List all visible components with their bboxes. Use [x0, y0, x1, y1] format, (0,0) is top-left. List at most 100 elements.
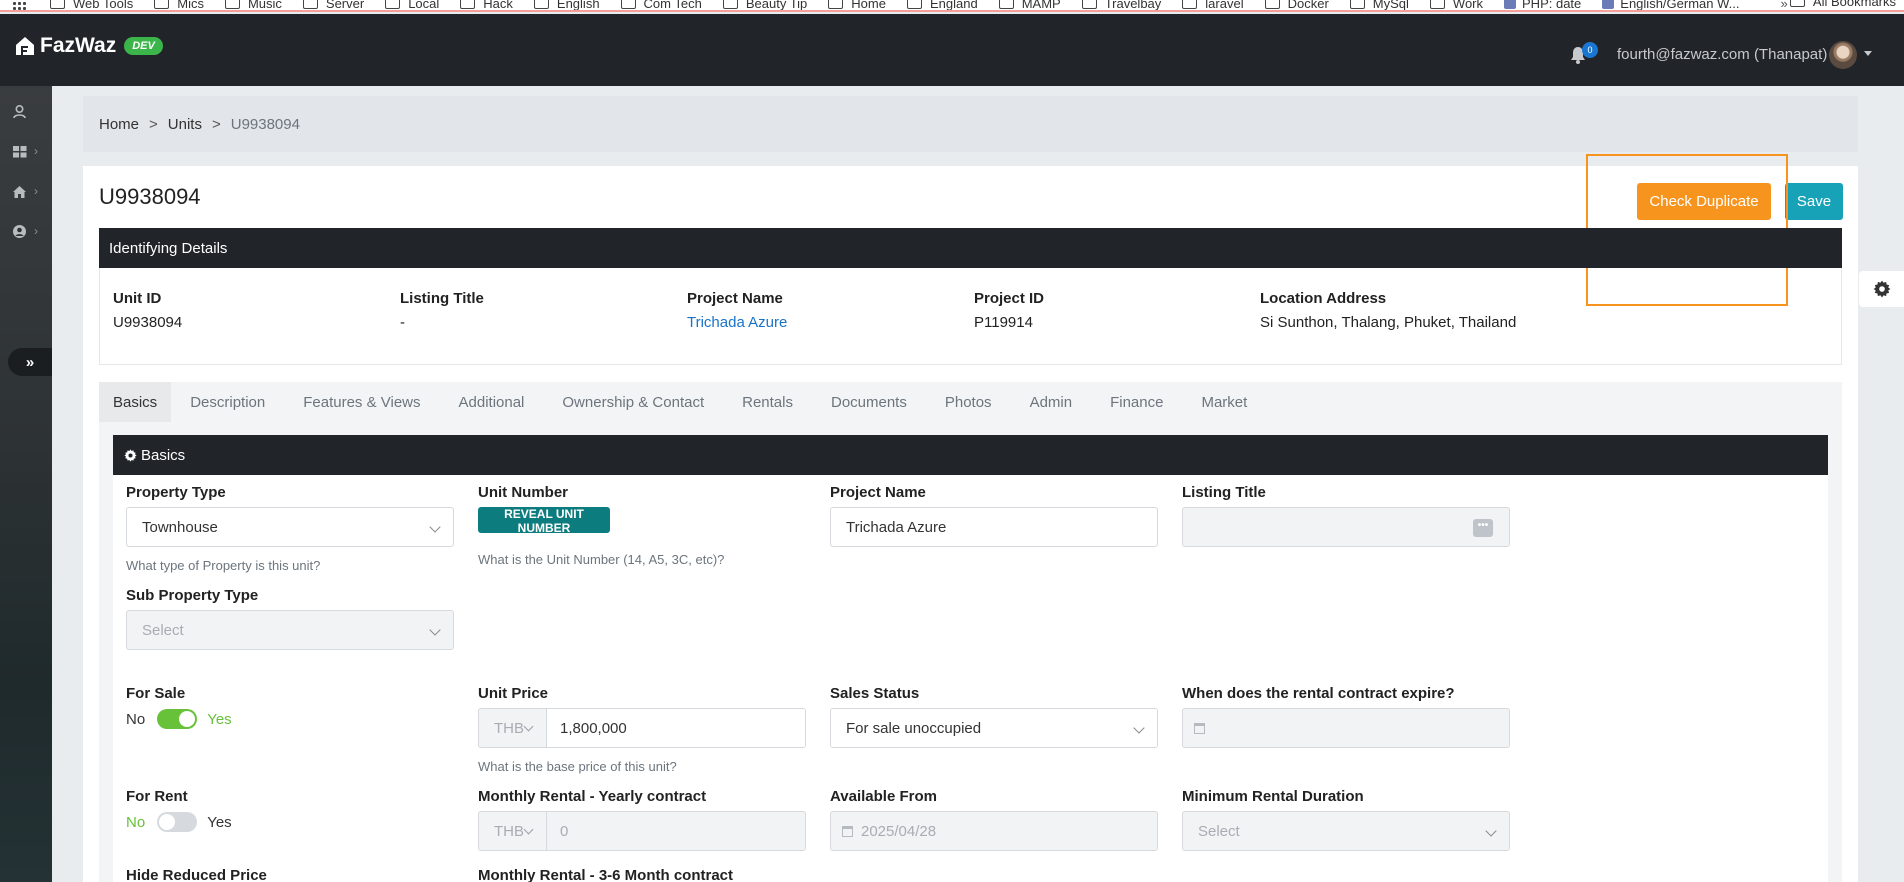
min-rental-duration-select[interactable]: Select — [1182, 811, 1510, 851]
bookmark-item[interactable]: Com Tech — [620, 0, 702, 10]
tab-additional[interactable]: Additional — [440, 382, 544, 422]
caret-down-icon[interactable] — [1864, 51, 1872, 56]
property-type-select[interactable]: Townhouse — [126, 507, 454, 547]
for-sale-label-text: For Sale — [126, 685, 186, 702]
chevron-down-icon — [429, 521, 441, 533]
for-sale-switch[interactable] — [157, 709, 198, 729]
reveal-unit-number-button[interactable]: REVEAL UNIT NUMBER — [478, 507, 610, 535]
bookmark-item[interactable]: MAMP — [998, 0, 1061, 10]
bookmark-item[interactable]: Home — [828, 0, 886, 10]
tab-finance[interactable]: Finance — [1091, 382, 1182, 422]
breadcrumb: Home > Units > U9938094 — [83, 96, 1858, 152]
sub-property-type-select[interactable]: Select — [126, 610, 454, 650]
bookmark-label: Local — [408, 0, 440, 11]
save-button[interactable]: Save — [1785, 183, 1843, 220]
avatar[interactable] — [1829, 41, 1857, 69]
gear-icon — [124, 448, 137, 462]
left-sidebar: › › › » — [0, 86, 52, 882]
tab-description[interactable]: Description — [171, 382, 284, 422]
logo-text: FazWaz — [40, 34, 117, 57]
project-name-link[interactable]: Trichada Azure — [687, 314, 787, 331]
unit-card: U9938094 Check Duplicate Save Identifyin… — [83, 154, 1858, 882]
project-id-block: Project ID P119914 — [974, 290, 1044, 331]
folder-icon — [1429, 0, 1445, 9]
sales-status-select[interactable]: For sale unoccupied — [830, 708, 1158, 748]
folder-icon — [722, 0, 738, 9]
bookmark-item[interactable]: laravel — [1182, 0, 1244, 10]
bookmark-item[interactable]: Web Tools — [50, 0, 133, 10]
bookmark-php-date[interactable]: PHP: date — [1504, 0, 1581, 10]
bookmark-item[interactable]: England — [906, 0, 978, 10]
sales-status-value: For sale unoccupied — [846, 719, 982, 737]
sidebar-item-profile[interactable] — [12, 102, 48, 120]
bookmark-item[interactable]: Mics — [154, 0, 204, 10]
bookmark-item[interactable]: MySql — [1349, 0, 1409, 10]
tabs-container: Basics Description Features & Views Additio… — [99, 382, 1842, 882]
identifying-details-header: Identifying Details — [99, 228, 1842, 268]
sidebar-item-home[interactable]: › — [12, 182, 48, 200]
for-sale-no: No — [126, 710, 146, 728]
sidebar-item-dashboard[interactable]: › — [12, 142, 48, 160]
bookmark-item[interactable]: Server — [302, 0, 364, 10]
user-menu[interactable]: fourth@fazwaz.com (Thanapat) — [1617, 46, 1827, 63]
check-duplicate-button[interactable]: Check Duplicate — [1637, 183, 1771, 220]
unit-price-currency-select[interactable]: THB — [478, 708, 547, 748]
unit-price-value: 1,800,000 — [560, 719, 627, 737]
bookmark-english-german[interactable]: English/German W... — [1602, 0, 1740, 11]
breadcrumb-home[interactable]: Home — [99, 116, 139, 133]
folder-icon — [154, 0, 170, 9]
folder-icon — [50, 0, 65, 9]
apps-grid-icon[interactable] — [12, 0, 26, 10]
unit-price-help: What is the base price of this unit? — [478, 759, 677, 774]
bookmark-item[interactable]: Hack — [460, 0, 513, 10]
breadcrumb-current: U9938094 — [230, 115, 300, 133]
folder-icon — [1349, 0, 1365, 9]
bookmarks-overflow-button[interactable]: » — [1781, 0, 1788, 10]
for-rent-switch[interactable] — [157, 812, 198, 832]
rental-expire-date-input[interactable] — [1182, 708, 1510, 748]
bookmark-label: English/German W... — [1620, 0, 1740, 11]
monthly-yearly-input[interactable]: 0 — [546, 811, 806, 851]
for-rent-no: No — [126, 813, 146, 831]
tab-market[interactable]: Market — [1182, 382, 1266, 422]
sidebar-item-account[interactable]: › — [12, 222, 48, 240]
all-bookmarks-label: All Bookmarks — [1812, 0, 1896, 9]
tab-rentals[interactable]: Rentals — [723, 382, 812, 422]
bookmark-item[interactable]: Docker — [1264, 0, 1329, 10]
folder-icon — [998, 0, 1014, 9]
more-dots-icon[interactable]: ••• — [1473, 519, 1493, 537]
bookmark-item[interactable]: Work — [1429, 0, 1483, 10]
chevron-down-icon — [523, 721, 534, 732]
listing-title-value: - — [400, 314, 405, 331]
tab-features-views[interactable]: Features & Views — [284, 382, 439, 422]
folder-icon — [302, 0, 318, 9]
rental-expire-label-text: When does the rental contract expire? — [1182, 685, 1455, 702]
listing-title-block: Listing Title - — [400, 290, 484, 331]
tab-photos[interactable]: Photos — [926, 382, 1011, 422]
breadcrumb-units[interactable]: Units — [168, 116, 202, 133]
tab-documents[interactable]: Documents — [812, 382, 926, 422]
settings-gear-button[interactable] — [1859, 271, 1904, 307]
unit-number-help: What is the Unit Number (14, A5, 3C, etc… — [478, 552, 725, 567]
listing-title-input[interactable]: ••• — [1182, 507, 1510, 547]
bookmark-item[interactable]: Travelbay — [1081, 0, 1162, 11]
property-type-value: Townhouse — [142, 518, 218, 536]
bookmark-item[interactable]: English — [533, 0, 600, 10]
tab-ownership-contact[interactable]: Ownership & Contact — [543, 382, 723, 422]
tab-admin[interactable]: Admin — [1011, 382, 1092, 422]
logo[interactable]: FazWaz DEV — [14, 34, 163, 58]
bookmark-item[interactable]: Local — [385, 0, 440, 11]
folder-icon — [224, 0, 240, 9]
all-bookmarks[interactable]: All Bookmarks — [1789, 0, 1896, 9]
project-name-input[interactable]: Trichada Azure — [830, 507, 1158, 547]
unit-price-input[interactable]: 1,800,000 — [546, 708, 806, 748]
for-rent-label-text: For Rent — [126, 788, 188, 805]
basics-panel: Basics Property Type Townhouse What type… — [113, 435, 1828, 882]
monthly-yearly-currency-select[interactable]: THB — [478, 811, 547, 851]
bookmark-label: Travelbay — [1104, 0, 1162, 11]
bookmark-item[interactable]: Beauty Tip — [722, 0, 807, 10]
sidebar-expand-button[interactable]: » — [8, 348, 52, 376]
bookmark-item[interactable]: Music — [224, 0, 282, 10]
available-from-date-input[interactable]: 2025/04/28 — [830, 811, 1158, 851]
tab-basics[interactable]: Basics — [99, 382, 172, 422]
